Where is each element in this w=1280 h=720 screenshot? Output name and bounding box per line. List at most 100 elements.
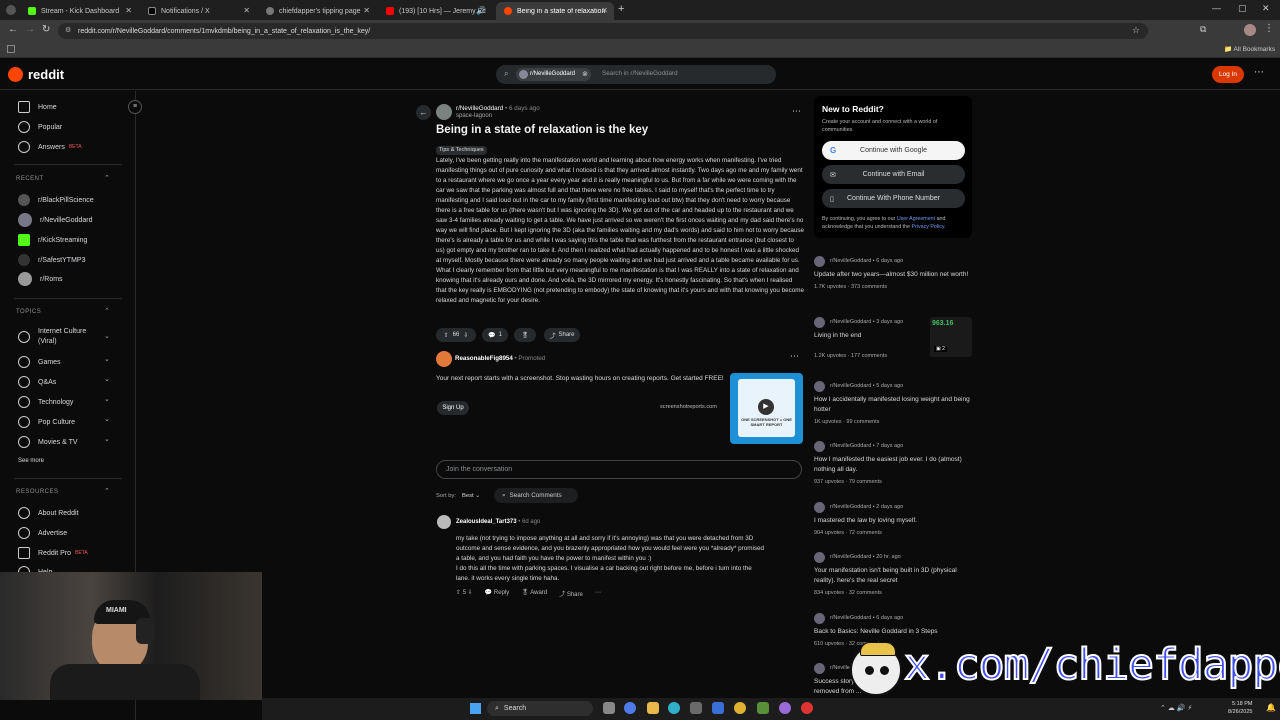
chevron-down-icon[interactable]: ⌄ [104, 332, 110, 340]
sidebar-topic-item[interactable]: Movies & TV [18, 436, 78, 448]
ad-options-icon[interactable]: ⋯ [790, 351, 799, 362]
sidebar-item-home[interactable]: Home [18, 101, 57, 113]
search-comments[interactable]: ⌕ Search Comments [494, 488, 578, 503]
search-bar[interactable]: ⌕ r/NevilleGoddard ⊗ Search in r/Neville… [496, 65, 776, 84]
chevron-down-icon[interactable]: ⌄ [104, 375, 110, 383]
chevron-down-icon[interactable]: ⌄ [104, 415, 110, 423]
more-options-icon[interactable]: ⋯ [1254, 67, 1264, 78]
post-author[interactable]: space-lagoon [456, 113, 492, 119]
sidebar-item-advertise[interactable]: Advertise [18, 527, 67, 539]
chevron-down-icon[interactable]: ⌄ [104, 395, 110, 403]
close-tab-icon[interactable]: ✕ [601, 6, 608, 15]
tab-search-icon[interactable] [6, 5, 16, 15]
bookmark-star-icon[interactable]: ☆ [1132, 25, 1140, 36]
close-tab-icon[interactable]: ✕ [125, 6, 132, 15]
forward-icon[interactable]: → [25, 24, 35, 35]
sidebar-topic-item[interactable]: Q&As [18, 376, 56, 388]
sidebar-item-popular[interactable]: Popular [18, 121, 62, 133]
search-scope-chip[interactable]: r/NevilleGoddard ⊗ [516, 68, 592, 81]
reload-icon[interactable]: ↻ [42, 24, 50, 35]
address-bar[interactable]: ⚙ reddit.com/r/NevilleGoddard/comments/1… [58, 23, 1148, 39]
apps-icon[interactable] [7, 45, 15, 53]
reddit-logo[interactable]: reddit [8, 67, 64, 82]
app-icon[interactable] [712, 702, 724, 714]
resources-section-header[interactable]: RESOURCES [16, 489, 59, 495]
sidebar-topic-item[interactable]: Pop Culture [18, 416, 75, 428]
browser-tab-youtube[interactable]: (193) [10 Hrs] — Jeremy Sc 🔊 [378, 2, 492, 20]
profile-avatar[interactable] [1244, 24, 1256, 36]
chevron-up-icon[interactable]: ⌃ [104, 487, 110, 495]
browser-tab-kick[interactable]: Stream - Kick Dashboard ✕ [20, 2, 138, 20]
close-tab-icon[interactable]: ✕ [363, 6, 370, 15]
award-button[interactable]: 🎖 [514, 328, 536, 342]
downvote-icon[interactable]: ⇩ [468, 590, 473, 596]
sort-dropdown[interactable]: Best ⌄ [462, 493, 480, 499]
collapse-sidebar-icon[interactable]: ≡ [128, 100, 142, 114]
comments-button[interactable]: 💬 1 [482, 328, 508, 342]
vote-pill[interactable]: ⇧ 66 ⇩ [436, 328, 476, 342]
topics-section-header[interactable]: TOPICS [16, 309, 41, 315]
app-icon[interactable] [779, 702, 791, 714]
sidebar-recent-item[interactable]: r/SafestYTMP3 [18, 254, 85, 266]
chrome-icon[interactable] [734, 702, 746, 714]
sidebar-topic-item[interactable]: Games [18, 356, 61, 368]
continue-email-button[interactable]: ✉ Continue with Email [822, 165, 965, 184]
chevron-down-icon[interactable]: ⌄ [104, 435, 110, 443]
related-post[interactable]: r/NevilleGoddard • 6 days ago Update aft… [814, 255, 974, 290]
ad-signup-button[interactable]: Sign Up [437, 401, 469, 415]
browser-tab-reddit[interactable]: Being in a state of relaxation is ✕ [496, 2, 614, 20]
chevron-up-icon[interactable]: ⌃ [104, 307, 110, 315]
share-button[interactable]: ⤴ Share [544, 328, 580, 342]
chevron-down-icon[interactable]: ⌄ [104, 355, 110, 363]
award-button[interactable]: 🎖 Award [521, 589, 547, 598]
store-icon[interactable] [690, 702, 702, 714]
start-icon[interactable] [470, 703, 481, 714]
extensions-icon[interactable]: ⧉ [1200, 24, 1206, 35]
post-subreddit-link[interactable]: r/NevilleGoddard • 6 days ago [456, 105, 540, 112]
chevron-up-icon[interactable]: ⌃ [104, 174, 110, 182]
system-tray[interactable]: ⌃ ☁ 🔊 ⚡ [1160, 704, 1192, 712]
subreddit-avatar[interactable] [436, 104, 452, 120]
share-button[interactable]: ⤴ Share [559, 589, 583, 598]
user-agreement-link[interactable]: User Agreement [897, 216, 935, 222]
privacy-policy-link[interactable]: Privacy Policy. [912, 224, 946, 230]
sidebar-recent-item[interactable]: r/NevilleGoddard [18, 213, 93, 227]
join-conversation-input[interactable]: Join the conversation [436, 460, 802, 479]
site-info-icon[interactable]: ⚙ [65, 26, 71, 34]
browser-tab-tipping[interactable]: chiefdapper's tipping page ✕ [258, 2, 376, 20]
app-icon[interactable] [757, 702, 769, 714]
sidebar-topic-item[interactable]: Technology [18, 396, 73, 408]
close-tab-icon[interactable]: ✕ [243, 6, 250, 15]
clock[interactable]: 5:18 PM 8/26/2025 [1228, 700, 1252, 716]
new-tab-icon[interactable]: + [618, 3, 624, 15]
post-flair[interactable]: Tips & Techniques [436, 146, 487, 155]
see-more-link[interactable]: See more [18, 458, 44, 464]
notification-bell-icon[interactable]: 🔔 [1266, 703, 1276, 712]
window-maximize-icon[interactable]: ▢ [1238, 3, 1247, 14]
edge-icon[interactable] [668, 702, 680, 714]
related-post[interactable]: r/NevilleGoddard • 20 hr. ago Your manif… [814, 551, 974, 596]
browser-tab-x[interactable]: Notifications / X ✕ [140, 2, 256, 20]
ad-domain[interactable]: screenshotreports.com [660, 404, 717, 410]
sidebar-recent-item[interactable]: r/KickStreaming [18, 234, 87, 246]
related-post[interactable]: r/NevilleGoddard • 2 days ago I mastered… [814, 501, 974, 536]
upvote-icon[interactable]: ⇧ [444, 332, 449, 339]
reply-button[interactable]: 💬 Reply [485, 589, 510, 598]
sidebar-recent-item[interactable]: r/Roms [18, 272, 63, 286]
related-post[interactable]: r/NevilleGoddard • 5 days ago How I acci… [814, 380, 974, 425]
sidebar-item-reddit-pro[interactable]: Reddit Pro BETA [18, 547, 88, 559]
ad-user[interactable]: ReasonableFig8954 [455, 355, 513, 362]
task-view-icon[interactable] [603, 702, 615, 714]
browser-menu-icon[interactable]: ⋮ [1264, 23, 1274, 34]
commenter-avatar[interactable] [437, 515, 451, 529]
comment-user[interactable]: ZealousIdeal_Tart373 [456, 519, 517, 525]
ad-thumbnail[interactable]: ▶ ONE SCREENSHOT = ONE SMART REPORT [730, 373, 803, 444]
all-bookmarks[interactable]: 📁 All Bookmarks [1224, 45, 1275, 53]
back-button[interactable]: ← [416, 105, 431, 120]
continue-phone-button[interactable]: ▯ Continue With Phone Number [822, 189, 965, 208]
back-icon[interactable]: ← [8, 24, 18, 35]
audio-icon[interactable]: 🔊 [476, 6, 486, 15]
file-explorer-icon[interactable] [647, 702, 659, 714]
related-post[interactable]: r/NevilleGoddard • 7 days ago How I mani… [814, 440, 974, 485]
taskbar-search[interactable]: ⌕ Search [487, 701, 593, 716]
